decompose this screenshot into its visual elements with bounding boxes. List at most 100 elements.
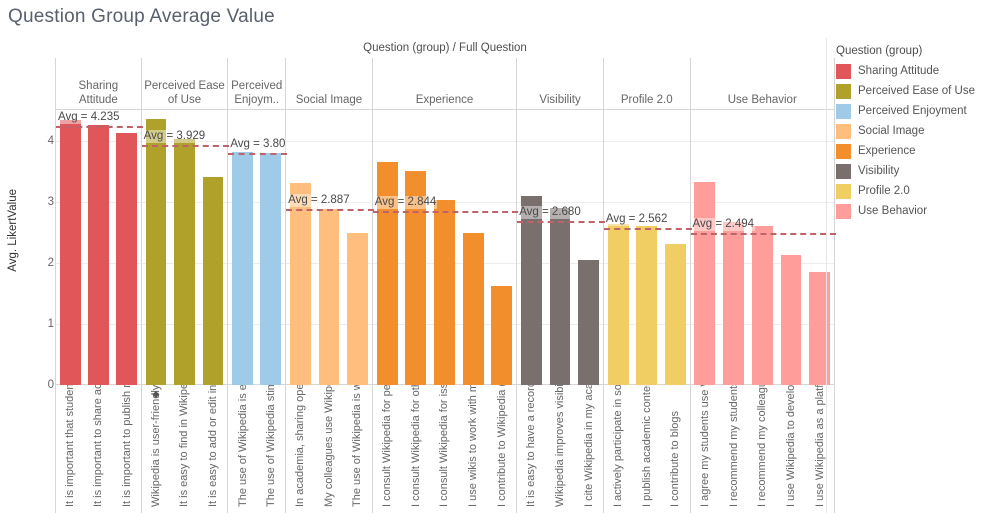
average-reference-line[interactable] xyxy=(372,211,519,214)
panel-profile-2-0: Profile 2.0 Avg = 2.562 I actively partici… xyxy=(603,58,692,513)
average-reference-line[interactable] xyxy=(517,221,605,224)
x-axis-label-slot[interactable]: It is easy to have a record .. xyxy=(517,385,546,513)
bar[interactable] xyxy=(434,200,455,385)
x-axis-label-slot[interactable]: I consult Wikipedia for oth.. xyxy=(401,385,430,513)
bar[interactable] xyxy=(578,260,599,385)
legend-item-perceived-enjoyment[interactable]: Perceived Enjoyment xyxy=(836,101,982,121)
legend-item-visibility[interactable]: Visibility xyxy=(836,161,982,181)
x-axis-label-slot[interactable]: I consult Wikipedia for iss.. xyxy=(430,385,459,513)
bar[interactable] xyxy=(59,120,81,385)
x-axis-label-slot[interactable]: It is easy to add or edit inf.. xyxy=(199,385,228,513)
x-axis-label-slot[interactable]: Wikipedia is user-friendly.. xyxy=(142,385,171,513)
legend-title: Question (group) xyxy=(836,45,923,57)
bar[interactable] xyxy=(289,183,311,385)
bar[interactable] xyxy=(87,125,109,385)
average-reference-label: Avg = 2.680 xyxy=(518,206,582,220)
panel-header[interactable]: Use Behavior xyxy=(690,58,834,110)
x-axis-label-slot[interactable]: I use wikis to work with m.. xyxy=(459,385,488,513)
x-axis-label: I consult Wikipedia for oth.. xyxy=(409,385,422,507)
plot-region: Avg = 2.494 xyxy=(690,110,836,385)
x-axis-label-slot[interactable]: Wikipedia improves visibil.. xyxy=(546,385,575,513)
x-axis-label: Wikipedia is user-friendly.. xyxy=(149,385,162,507)
bar[interactable] xyxy=(491,286,513,385)
x-axis-label-slot[interactable]: I agree my students use W.. xyxy=(691,385,720,513)
x-axis-label: I use Wikipedia as a platfo.. xyxy=(813,385,826,507)
x-axis-label-slot[interactable]: In academia, sharing open .. xyxy=(286,385,315,513)
bar[interactable] xyxy=(664,244,686,385)
x-axis-label-slot[interactable]: I recommend my students .. xyxy=(719,385,748,513)
legend-item-use-behavior[interactable]: Use Behavior xyxy=(836,201,982,221)
panel-header[interactable]: Visibility xyxy=(517,58,603,110)
panel-header[interactable]: Social Image xyxy=(286,58,372,110)
panel-container: Sharing Attitude Avg = 4.235 It is importa… xyxy=(55,58,836,513)
legend-item-profile-2-0[interactable]: Profile 2.0 xyxy=(836,181,982,201)
average-reference-line[interactable] xyxy=(141,144,230,147)
bar[interactable] xyxy=(694,182,716,385)
x-axis-label-slot[interactable]: It is important to share ac.. xyxy=(84,385,112,513)
x-axis-label-slot[interactable]: My colleagues use Wikipe.. xyxy=(315,385,344,513)
average-reference-line[interactable] xyxy=(603,228,692,231)
x-axis-label-slot[interactable]: I recommend my colleague.. xyxy=(748,385,777,513)
x-axis-label-slot[interactable]: The use of Wikipedia is we.. xyxy=(343,385,372,513)
legend-color-swatch xyxy=(836,103,851,119)
bar[interactable] xyxy=(232,152,253,385)
bar[interactable] xyxy=(202,177,224,385)
average-reference-line[interactable] xyxy=(690,232,836,235)
bar[interactable] xyxy=(723,222,744,385)
panel-header[interactable]: Sharing Attitude xyxy=(56,58,141,110)
average-reference-line[interactable] xyxy=(286,208,374,211)
x-axis-label-slot[interactable]: I publish academic content.. xyxy=(632,385,661,513)
legend-item-label: Use Behavior xyxy=(858,205,928,217)
panel-experience: Experience Avg = 2.844 I consult Wikipedia… xyxy=(372,58,519,513)
average-reference-label: Avg = 4.235 xyxy=(57,111,121,125)
average-reference-line[interactable] xyxy=(228,152,288,155)
bar[interactable] xyxy=(607,223,629,385)
plot-region: Avg = 3.80 xyxy=(228,110,288,385)
bar-series xyxy=(142,110,228,385)
legend-item-sharing-attitude[interactable]: Sharing Attitude xyxy=(836,61,982,81)
x-axis-label-slot[interactable]: I actively participate in so.. xyxy=(604,385,633,513)
bar[interactable] xyxy=(521,195,542,385)
bar[interactable] xyxy=(347,232,368,385)
bar[interactable] xyxy=(174,139,195,385)
chart-canvas: Question (group) / Full Question Avg. Li… xyxy=(0,38,836,513)
y-tick-label: 3 xyxy=(47,195,54,208)
bar[interactable] xyxy=(260,152,282,385)
x-axis-label-slot[interactable]: I use Wikipedia as a platfo.. xyxy=(805,385,834,513)
bar[interactable] xyxy=(549,208,571,385)
x-axis-label-slot[interactable]: It is important that studen.. xyxy=(56,385,84,513)
x-axis-label-slot[interactable]: I use Wikipedia to develop .. xyxy=(777,385,806,513)
x-axis-labels: The use of Wikipedia is ent.. The use of … xyxy=(228,385,285,513)
x-axis-label: I consult Wikipedia for per.. xyxy=(381,385,394,507)
bar[interactable] xyxy=(145,119,167,385)
legend-item-perceived-ease-of-use[interactable]: Perceived Ease of Use xyxy=(836,81,982,101)
panel-header[interactable]: Experience xyxy=(372,58,517,110)
panel-header[interactable]: Perceived Ease of Use xyxy=(141,58,228,110)
x-axis-label-slot[interactable]: I contribute to Wikipedia (.. xyxy=(488,385,517,513)
x-axis-label-slot[interactable]: The use of Wikipedia stim.. xyxy=(257,385,285,513)
legend-item-experience[interactable]: Experience xyxy=(836,141,982,161)
x-axis-label-slot[interactable]: I contribute to blogs xyxy=(661,385,690,513)
panel-header[interactable]: Profile 2.0 xyxy=(603,58,690,110)
plot-region: Avg = 4.235 xyxy=(56,110,143,385)
bar-series xyxy=(604,110,690,385)
bar[interactable] xyxy=(780,254,802,385)
bar[interactable] xyxy=(318,209,340,385)
legend-divider xyxy=(826,38,827,513)
bar[interactable] xyxy=(751,225,773,385)
x-axis-label-slot[interactable]: It is important to publish r.. xyxy=(112,385,140,513)
x-axis-label-slot[interactable]: I cite Wikipedia in my acad.. xyxy=(574,385,603,513)
panel-header-label: Sharing Attitude xyxy=(78,80,119,106)
panel-header[interactable]: Perceived Enjoym.. xyxy=(228,58,286,110)
x-axis-labels: I agree my students use W.. I recommend m… xyxy=(691,385,834,513)
bar[interactable] xyxy=(636,225,658,385)
bar[interactable] xyxy=(116,132,137,385)
average-reference-line[interactable] xyxy=(56,126,143,129)
x-axis-label-slot[interactable]: The use of Wikipedia is ent.. xyxy=(228,385,256,513)
legend-color-swatch xyxy=(836,143,851,159)
x-axis-label-slot[interactable]: It is easy to find in Wikipe.. xyxy=(170,385,199,513)
legend-item-social-image[interactable]: Social Image xyxy=(836,121,982,141)
x-axis-label-slot[interactable]: I consult Wikipedia for per.. xyxy=(373,385,402,513)
bar[interactable] xyxy=(462,232,484,385)
legend-item-label: Perceived Ease of Use xyxy=(858,85,975,97)
